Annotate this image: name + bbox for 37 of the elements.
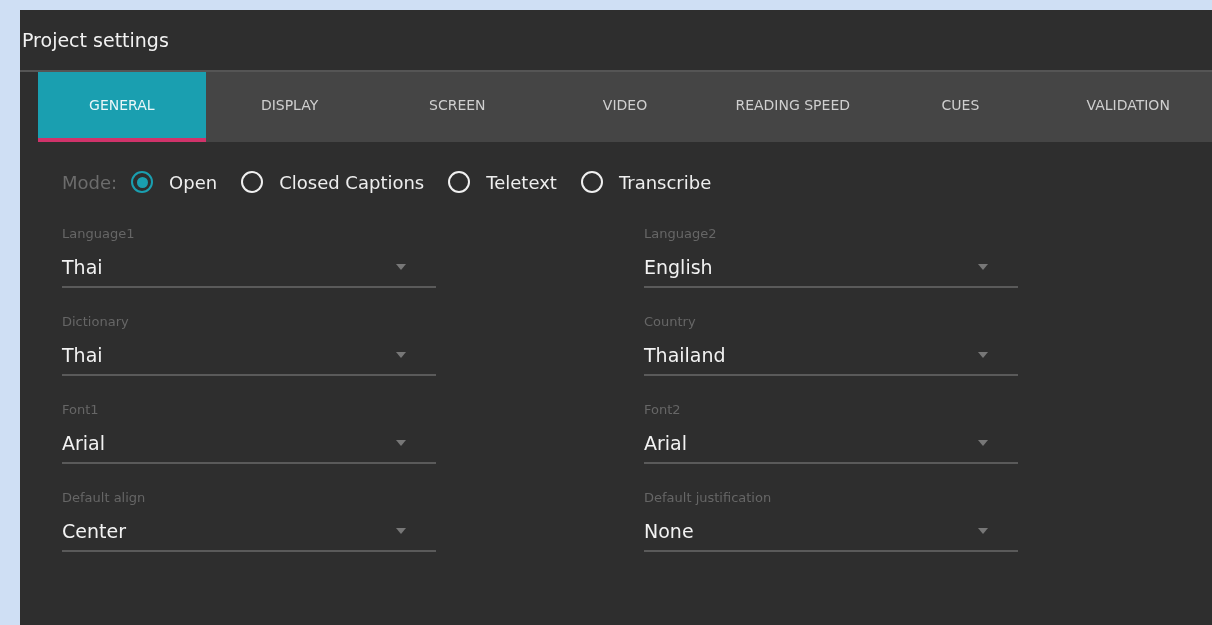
dropdown[interactable]: Thai	[62, 336, 436, 376]
caret-icon	[978, 440, 988, 446]
field-label: Country	[644, 314, 697, 331]
radio-label[interactable]: Closed Captions	[279, 171, 425, 193]
dropdown[interactable]: Arial	[644, 424, 1018, 464]
dropdown[interactable]: Arial	[62, 424, 436, 464]
caret-icon	[978, 352, 988, 358]
mode-label: Mode:	[62, 171, 118, 193]
dropdown[interactable]: English	[644, 248, 1018, 288]
caret-icon	[396, 440, 406, 446]
dropdown[interactable]: Thailand	[644, 336, 1018, 376]
field-label: Default justification	[644, 490, 773, 507]
field-label: Font1	[62, 402, 100, 419]
tab[interactable]: VIDEO	[541, 72, 709, 142]
radio-button[interactable]	[131, 171, 154, 193]
radio-label[interactable]: Transcribe	[618, 171, 712, 193]
field-label: Font2	[644, 402, 682, 419]
tab[interactable]: READING SPEED	[708, 72, 877, 142]
tab[interactable]: DISPLAY	[205, 72, 374, 142]
dropdown[interactable]: Center	[62, 512, 436, 552]
dropdown[interactable]: Thai	[62, 248, 436, 288]
caret-icon	[396, 528, 406, 534]
radio-label[interactable]: Teletext	[486, 171, 557, 193]
tab[interactable]: CUES	[876, 72, 1045, 142]
tab[interactable]: SCREEN	[373, 72, 542, 142]
dropdown[interactable]: None	[644, 512, 1018, 552]
radio-label[interactable]: Open	[169, 171, 218, 193]
caret-icon	[396, 352, 406, 358]
field-label: Language1	[62, 226, 136, 243]
caret-icon	[978, 528, 988, 534]
window-title: Project settings	[22, 29, 169, 51]
field-label: Language2	[644, 226, 718, 243]
caret-icon	[978, 264, 988, 270]
tab[interactable]: VALIDATION	[1044, 72, 1212, 142]
caret-icon	[396, 264, 406, 270]
field-label: Dictionary	[62, 314, 130, 331]
field-label: Default align	[62, 490, 147, 507]
